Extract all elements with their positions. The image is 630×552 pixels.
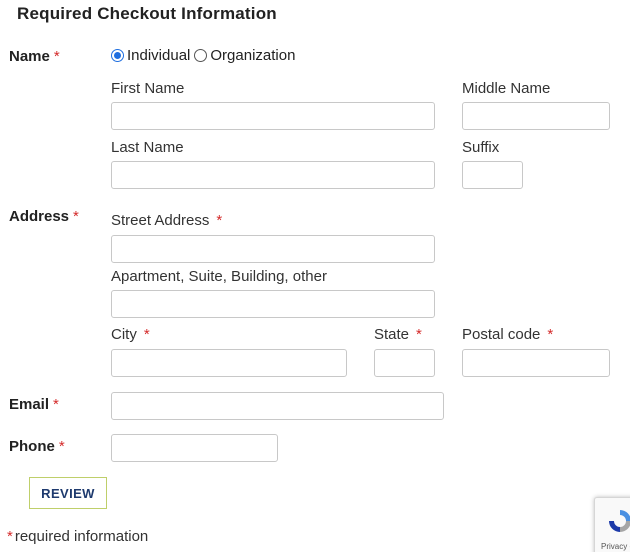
suffix-label: Suffix: [462, 139, 500, 156]
state-label: State *: [374, 326, 422, 343]
address-label: Address: [9, 208, 70, 225]
recaptcha-privacy-terms[interactable]: Privacy - Terms: [601, 542, 630, 551]
required-information-note: * required information: [7, 528, 148, 545]
street-address-label-text: Street Address: [111, 212, 210, 229]
street-address-label: Street Address *: [111, 212, 222, 229]
phone-row-label: Phone *: [9, 438, 65, 455]
address-row-label: Address *: [9, 208, 79, 225]
state-input[interactable]: [374, 349, 435, 377]
first-name-label: First Name: [111, 80, 185, 97]
radio-organization[interactable]: Organization: [194, 47, 295, 64]
city-label: City *: [111, 326, 150, 343]
required-marker: *: [416, 326, 422, 343]
required-marker: *: [547, 326, 554, 343]
state-label-text: State: [374, 326, 410, 343]
required-note-text: required information: [14, 528, 149, 545]
email-input[interactable]: [111, 392, 444, 420]
radio-organization-button[interactable]: [194, 49, 208, 62]
recaptcha-icon: [609, 510, 630, 532]
required-note-star: *: [7, 528, 13, 545]
suffix-input[interactable]: [462, 161, 523, 189]
required-marker: *: [53, 48, 60, 65]
review-button[interactable]: REVIEW: [29, 477, 107, 509]
middle-name-label: Middle Name: [462, 80, 551, 97]
required-marker: *: [143, 326, 150, 343]
city-input[interactable]: [111, 349, 347, 377]
required-marker: *: [58, 438, 65, 455]
email-row-label: Email *: [9, 396, 59, 413]
name-label: Name: [9, 48, 50, 65]
required-marker: *: [73, 208, 79, 225]
postal-code-input[interactable]: [462, 349, 610, 377]
name-row-label: Name *: [9, 48, 60, 65]
email-label: Email: [9, 396, 50, 413]
phone-label: Phone: [9, 438, 55, 455]
page-title: Required Checkout Information: [17, 4, 277, 23]
middle-name-input[interactable]: [462, 102, 610, 130]
postal-code-label-text: Postal code: [462, 326, 541, 343]
city-label-text: City: [111, 326, 137, 343]
apartment-input[interactable]: [111, 290, 435, 318]
apartment-label: Apartment, Suite, Building, other: [111, 268, 327, 285]
radio-individual-button[interactable]: [111, 49, 124, 62]
postal-code-label: Postal code *: [462, 326, 553, 343]
phone-input[interactable]: [111, 434, 278, 462]
radio-individual[interactable]: Individual: [111, 47, 190, 64]
recaptcha-badge[interactable]: Privacy - Terms: [594, 497, 630, 552]
last-name-label: Last Name: [111, 139, 184, 156]
required-marker: *: [216, 212, 223, 229]
name-type-radio-group: Individual Organization: [111, 47, 295, 64]
radio-individual-label: Individual: [127, 47, 191, 64]
radio-organization-label: Organization: [210, 47, 296, 64]
first-name-input[interactable]: [111, 102, 435, 130]
last-name-input[interactable]: [111, 161, 435, 189]
required-marker: *: [53, 396, 59, 413]
street-address-input[interactable]: [111, 235, 435, 263]
